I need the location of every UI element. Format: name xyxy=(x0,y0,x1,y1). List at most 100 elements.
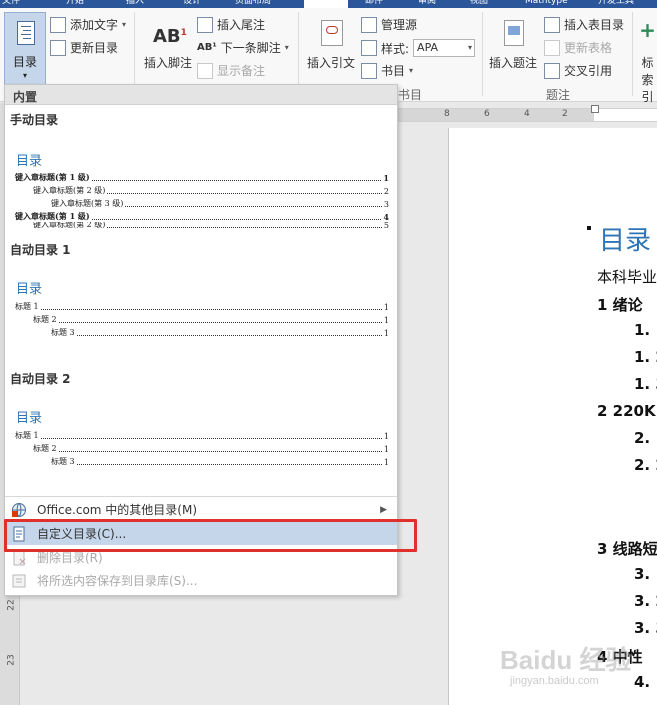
document-toc-title: 目录 xyxy=(599,226,652,256)
show-notes-button[interactable]: 显示备注 xyxy=(197,62,265,79)
toc-button-label: 目录 xyxy=(12,55,37,69)
menu-item-save-selection[interactable]: 将所选内容保存到目录库(S)... xyxy=(5,569,397,592)
insert-endnote-button[interactable]: 插入尾注 xyxy=(197,16,265,33)
citation-style-control: 样式: APA ▾ xyxy=(361,39,476,57)
update-table-button[interactable]: 更新表格 xyxy=(544,39,612,56)
bibliography-button[interactable]: 书目 ▾ xyxy=(361,62,413,79)
indent-marker[interactable] xyxy=(591,105,599,113)
add-text-icon xyxy=(50,16,66,33)
divider xyxy=(5,496,397,497)
preview-toc-title: 目录 xyxy=(16,411,43,426)
toc-button[interactable]: 目录 ▾ xyxy=(4,12,46,86)
toc-icon xyxy=(17,21,35,45)
tab-layout[interactable]: 页面布局 xyxy=(235,0,295,8)
gallery-header: 内置 xyxy=(5,85,397,105)
preview-toc-line: 键入章标题(第 1 级) 1 xyxy=(15,172,389,183)
update-toc-button[interactable]: 更新目录 xyxy=(50,39,118,56)
citation-style-select[interactable]: APA ▾ xyxy=(413,39,476,57)
update-table-label: 更新表格 xyxy=(564,41,613,55)
mark-entry-button[interactable]: + 标 索引 xyxy=(638,18,657,105)
bibliography-label: 书目 xyxy=(381,64,406,78)
next-footnote-button[interactable]: AB¹ 下一条脚注 ▾ xyxy=(197,39,289,56)
gallery-item-manual-toc[interactable]: 手动目录 目录 键入章标题(第 1 级) 1 键入章标题(第 2 级) 2 键入章标… xyxy=(5,106,397,234)
ruler-number: 4 xyxy=(524,109,530,119)
chevron-right-icon: ▶ xyxy=(380,504,387,515)
watermark-url: jingyan.baidu.com xyxy=(510,675,599,687)
cross-reference-icon xyxy=(544,62,560,79)
next-footnote-icon: AB¹ xyxy=(197,42,217,53)
show-notes-icon xyxy=(197,62,213,79)
horizontal-ruler: 8 6 4 2 xyxy=(398,105,657,122)
tab-mailings[interactable]: 邮件 xyxy=(365,0,405,8)
document-line: 2 220K xyxy=(597,402,656,420)
insert-citation-button[interactable]: 插入引文 xyxy=(304,18,358,71)
update-table-icon xyxy=(544,39,560,56)
tab-design[interactable]: 设计 xyxy=(183,0,223,8)
tab-review[interactable]: 审阅 xyxy=(418,0,458,8)
footnote-icon: AB1 xyxy=(153,26,187,47)
tab-mathtype[interactable]: Mathtype xyxy=(525,0,587,8)
show-notes-label: 显示备注 xyxy=(217,64,266,78)
preview-toc-line: 键入章标题(第 3 级) 3 xyxy=(51,199,389,209)
insert-table-of-figures-button[interactable]: 插入表目录 xyxy=(544,16,624,33)
document-line: 3. 2 xyxy=(634,592,657,610)
divider xyxy=(482,12,483,96)
gallery-item-title: 手动目录 xyxy=(10,113,59,127)
tab-view[interactable]: 视图 xyxy=(470,0,510,8)
group-label-captions: 题注 xyxy=(546,88,571,102)
gallery-item-title: 自动目录 2 xyxy=(10,372,71,386)
insert-footnote-button[interactable]: AB1 插入脚注 xyxy=(142,18,194,71)
manage-sources-label: 管理源 xyxy=(381,18,418,32)
group-label-citations: 书目 xyxy=(398,88,423,102)
tab-home[interactable]: 开始 xyxy=(66,0,106,8)
gallery-item-title: 自动目录 1 xyxy=(10,243,71,257)
preview-toc-line: 标题 31 xyxy=(51,328,389,338)
tab-insert[interactable]: 插入 xyxy=(126,0,166,8)
preview-toc-line: 键入章标题(第 1 级) 4 xyxy=(15,211,389,222)
add-text-label: 添加文字 xyxy=(70,18,119,32)
chevron-down-icon: ▾ xyxy=(284,43,289,52)
update-toc-icon xyxy=(50,39,66,56)
preview-toc-line: 标题 31 xyxy=(51,457,389,467)
cross-reference-button[interactable]: 交叉引用 xyxy=(544,62,612,79)
insert-table-of-figures-label: 插入表目录 xyxy=(564,18,625,32)
table-of-figures-icon xyxy=(544,16,560,33)
paragraph-bullet xyxy=(587,226,591,230)
insert-caption-button[interactable]: 插入题注 xyxy=(486,18,540,71)
ruler-number: 2 xyxy=(562,109,568,119)
tab-file[interactable]: 文件 xyxy=(2,0,42,8)
caption-icon xyxy=(498,18,528,50)
tab-references[interactable]: 引用 xyxy=(304,0,348,8)
menu-item-label: Office.com 中的其他目录(M) xyxy=(37,503,198,517)
preview-toc-line: 标题 11 xyxy=(15,431,389,441)
ruler-number: 22 xyxy=(6,599,17,611)
document-line: 1 绪论 xyxy=(597,296,643,314)
mark-entry-label: 标 xyxy=(641,56,654,70)
document-line: 1. 1 xyxy=(634,321,657,339)
chevron-down-icon: ▾ xyxy=(409,66,414,75)
document-line: 本科毕业 xyxy=(597,268,657,286)
tab-developer[interactable]: 开发工具 xyxy=(598,0,657,8)
document-line: 3 线路短 xyxy=(597,540,657,558)
endnote-icon xyxy=(197,16,213,33)
mark-entry-icon: + xyxy=(639,18,656,42)
menu-item-more-toc[interactable]: Office.com 中的其他目录(M) ▶ xyxy=(5,498,397,521)
style-label: 样式: xyxy=(381,41,410,56)
gallery-item-auto-toc-2[interactable]: 自动目录 2 目录 标题 11 标题 21 标题 31 xyxy=(5,364,397,492)
document-line: 1. 2 xyxy=(634,348,657,366)
preview-toc-line: 键入章标题(第 2 级) 2 xyxy=(33,186,389,196)
insert-footnote-label: 插入脚注 xyxy=(143,56,192,70)
document-page[interactable]: 目录 本科毕业 1 绪论 1. 1 1. 2 1. 3 2 220K 2. 1 … xyxy=(448,128,657,705)
gallery-item-auto-toc-1[interactable]: 自动目录 1 目录 标题 11 标题 21 标题 31 xyxy=(5,235,397,363)
preview-toc-line: 标题 21 xyxy=(33,444,389,454)
menu-item-label: 将所选内容保存到目录库(S)... xyxy=(37,574,198,588)
insert-caption-label: 插入题注 xyxy=(488,56,537,70)
chevron-down-icon: ▾ xyxy=(122,20,127,29)
style-value: APA xyxy=(417,41,439,54)
divider xyxy=(632,12,633,96)
add-text-button[interactable]: 添加文字 ▾ xyxy=(50,16,126,33)
bibliography-icon xyxy=(361,62,377,79)
document-line: 1. 3 xyxy=(634,375,657,393)
manage-sources-button[interactable]: 管理源 xyxy=(361,16,417,33)
ruler-number: 6 xyxy=(484,109,490,119)
